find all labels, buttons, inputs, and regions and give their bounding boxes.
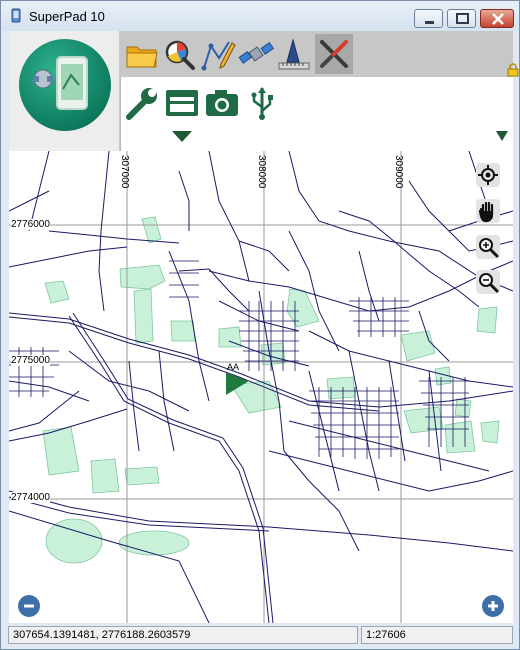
toolbar-divider (120, 77, 121, 151)
grid-label-x2: 308000 (256, 155, 267, 189)
expand-toolbar-arrow[interactable] (171, 129, 193, 148)
settings-button[interactable] (123, 83, 161, 123)
app-logo-panel[interactable] (9, 31, 120, 151)
marker-label: AA (227, 362, 239, 372)
locate-button[interactable] (476, 163, 500, 187)
measure-button[interactable] (275, 34, 313, 74)
zoom-out-icon (479, 273, 499, 293)
minimize-icon (425, 21, 434, 24)
app-window: SuperPad 10 AA 307000 308000 309000 2776… (0, 0, 520, 650)
usb-button[interactable] (243, 83, 281, 123)
zoom-out-button[interactable] (476, 270, 500, 294)
zoom-in-round-button[interactable] (482, 595, 504, 617)
camera-icon (206, 90, 238, 116)
chevron-down-icon (172, 131, 192, 142)
zoom-out-round-button[interactable] (18, 595, 40, 617)
folder-icon (126, 46, 158, 68)
wrench-icon (126, 88, 157, 120)
pan-button[interactable] (476, 199, 500, 223)
query-button[interactable] (161, 34, 199, 74)
grid-label-y3: 2774000 (11, 492, 50, 503)
tablet-gps-icon (33, 56, 88, 110)
gps-button[interactable] (237, 34, 275, 74)
camera-button[interactable] (203, 83, 241, 123)
minus-icon (24, 604, 34, 608)
coordinate-readout: 307654.1391481, 2776188.2603579 (8, 626, 358, 644)
app-logo (19, 39, 111, 131)
status-bar: 307654.1391481, 2776188.2603579 1:27606 (1, 623, 519, 649)
usb-icon (251, 87, 273, 120)
maximize-button[interactable] (447, 9, 476, 28)
grid-label-y1: 2776000 (11, 219, 50, 230)
title-bar[interactable]: SuperPad 10 (1, 1, 519, 31)
locate-icon (478, 165, 498, 185)
toolbar (9, 31, 519, 151)
panel-icon (166, 90, 198, 116)
open-folder-button[interactable] (123, 34, 161, 74)
zoom-in-icon (479, 238, 499, 258)
grid-label-x1: 307000 (119, 155, 130, 189)
tools-button[interactable] (315, 34, 353, 74)
wrench-screwdriver-icon (320, 40, 348, 68)
scale-readout: 1:27606 (361, 626, 513, 644)
lock-icon[interactable] (507, 63, 519, 77)
window-title: SuperPad 10 (29, 9, 105, 24)
plus-icon (488, 601, 498, 611)
grid-label-y2: 2775000 (11, 355, 50, 366)
edit-button[interactable] (199, 34, 237, 74)
expand-panel-arrow[interactable] (495, 129, 509, 148)
triangle-down-icon (496, 131, 508, 141)
zoom-in-button[interactable] (476, 235, 500, 259)
map-view[interactable]: AA 307000 308000 309000 2776000 2775000 … (9, 151, 513, 623)
layout-button[interactable] (163, 83, 201, 123)
close-button[interactable] (480, 9, 514, 28)
minimize-button[interactable] (414, 9, 443, 28)
app-icon (11, 8, 21, 23)
maximize-icon (456, 13, 469, 24)
close-icon (492, 13, 504, 25)
map-canvas[interactable]: AA (9, 151, 513, 623)
satellite-icon (238, 41, 275, 64)
pan-hand-icon (478, 201, 494, 223)
ruler-triangle-icon (278, 38, 310, 70)
magnifier-chart-icon (165, 40, 195, 70)
grid-label-x3: 309000 (393, 155, 404, 189)
pencil-vertex-icon (201, 41, 236, 71)
